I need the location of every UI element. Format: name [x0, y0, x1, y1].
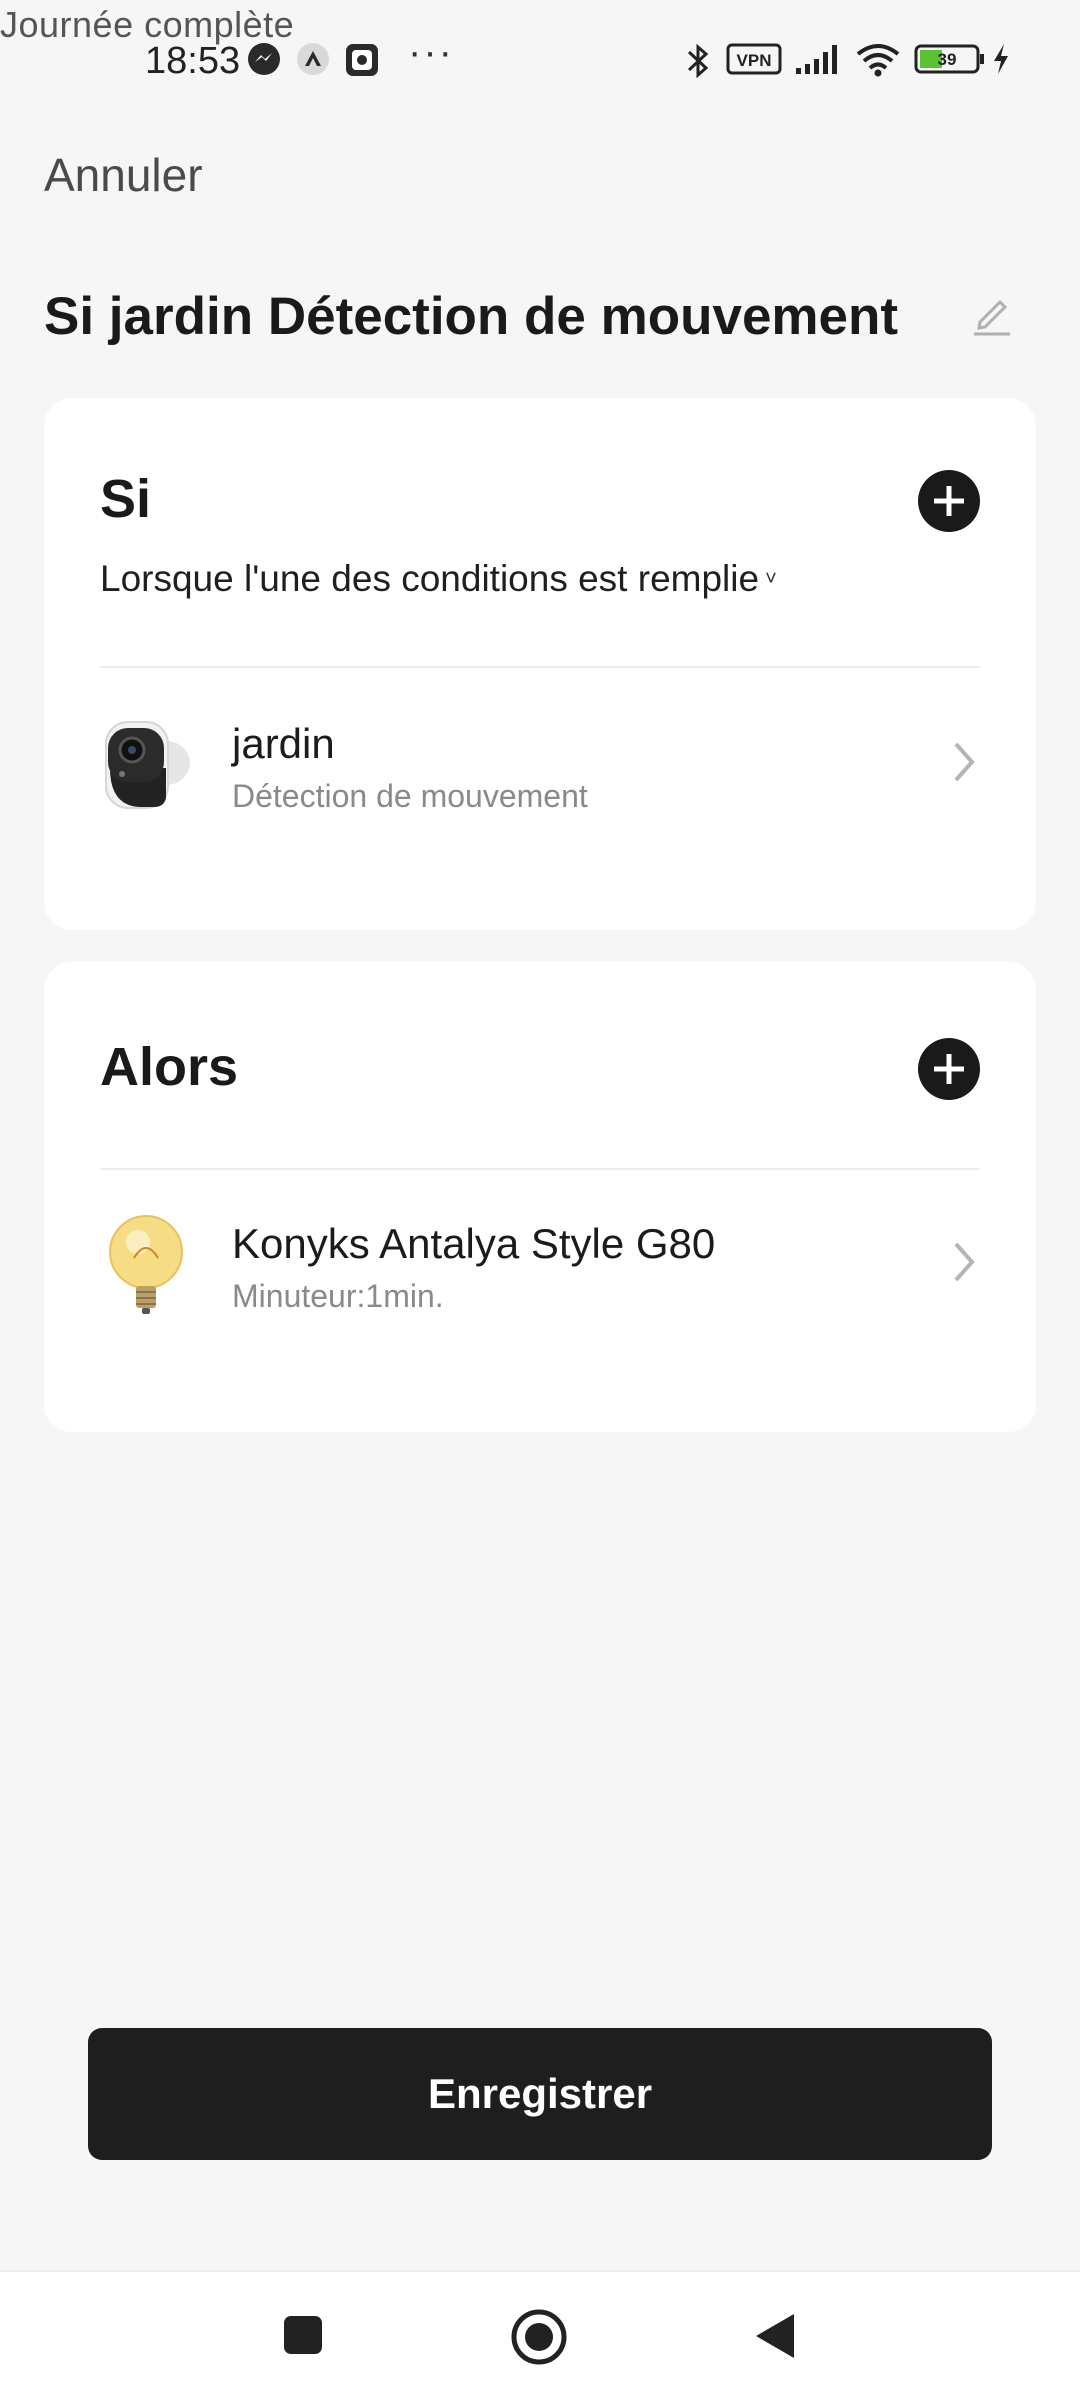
recents-square-icon[interactable]: [282, 2314, 324, 2356]
back-triangle-icon[interactable]: [754, 2312, 798, 2360]
divider: [100, 1168, 980, 1170]
home-circle-icon[interactable]: [510, 2308, 568, 2366]
bulb-thumbnail-icon: [109, 1215, 183, 1314]
add-action-button[interactable]: [918, 1038, 980, 1100]
camera-thumbnail-icon: [105, 721, 190, 809]
add-condition-button[interactable]: [918, 470, 980, 532]
if-card: Si Lorsque l'une des conditions est remp…: [44, 398, 1036, 930]
system-nav-bar: [0, 2270, 1080, 2402]
more-dots-icon: ···: [408, 30, 454, 74]
battery-icon: 39: [914, 44, 984, 74]
condition-item-name: jardin: [232, 720, 335, 767]
screenshot-icon: [346, 44, 378, 76]
page-title: Si jardin Détection de mouvement: [44, 287, 899, 346]
condition-mode-label: Lorsque l'une des conditions est remplie: [100, 558, 760, 599]
vpn-label: VPN: [737, 51, 772, 70]
then-section-title: Alors: [100, 1037, 239, 1097]
condition-item-jardin[interactable]: jardin Détection de mouvement: [44, 688, 1036, 838]
status-time: 18:53: [145, 40, 241, 82]
action-item-bulb[interactable]: Konyks Antalya Style G80 Minuteur:1min.: [44, 1188, 1036, 1338]
save-button[interactable]: Enregistrer: [88, 2028, 992, 2160]
then-card: Alors Konyks Antalya Style G80 Minuteur:…: [44, 962, 1036, 1432]
app-icon: [297, 43, 329, 75]
battery-level: 39: [938, 50, 957, 69]
chevron-right-icon: [954, 742, 975, 782]
action-item-name: Konyks Antalya Style G80: [232, 1220, 716, 1267]
overlay-label: Journée complète: [0, 4, 295, 45]
condition-mode-select[interactable]: Lorsque l'une des conditions est remplie…: [100, 558, 777, 600]
signal-icon: [796, 45, 837, 74]
action-item-detail: Minuteur:1min.: [232, 1278, 444, 1314]
cancel-button[interactable]: Annuler: [44, 148, 203, 202]
edit-pencil-icon[interactable]: [968, 290, 1016, 338]
wifi-icon: [856, 44, 900, 77]
messenger-icon: [248, 43, 280, 75]
charging-icon: [994, 44, 1008, 74]
chevron-down-icon: ˅: [765, 568, 777, 590]
chevron-right-icon: [954, 1242, 975, 1282]
vpn-icon: VPN: [726, 43, 782, 75]
bluetooth-icon: [687, 43, 709, 79]
divider: [100, 666, 980, 668]
condition-item-detail: Détection de mouvement: [232, 778, 588, 814]
if-section-title: Si: [100, 469, 152, 529]
